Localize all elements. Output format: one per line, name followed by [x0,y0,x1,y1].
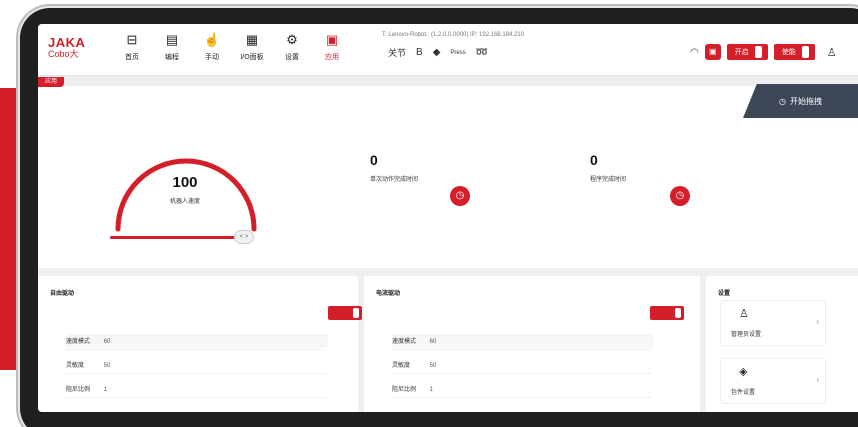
chevron-right-icon: › [816,375,819,384]
settings-card: 设置 ♙ 管理员设置 › ◈ 包件设置 › [706,276,858,412]
toggle-knob [353,308,359,318]
clock-icon: ◷ [779,96,786,106]
field-sensitivity[interactable]: 灵敏度 50 [66,360,326,374]
nav-label: 编程 [165,54,179,61]
current-drive-card: 电流驱动 速度模式 60 灵敏度 50 阻尼比例 1 [364,276,700,412]
speed-slider[interactable] [110,236,250,239]
toolbar-tool-diamond[interactable]: ◆ [433,47,441,58]
toolbar-press-label[interactable]: Press [450,50,465,56]
gauge-track [115,158,257,232]
stat-label: 程序完成时间 [590,177,627,183]
field-label: 阻尼比例 [66,387,91,393]
toolbar-tool-loop[interactable]: ➿ [476,47,488,58]
field-label: 速度模式 [392,339,417,345]
toggle-knob [675,308,681,318]
settings-item-label: 管理员设置 [731,332,762,338]
logo-main: JAKA [48,35,86,50]
timer-icon[interactable]: ◷ [670,186,690,206]
field-value: 60 [103,339,111,345]
nav-item-io[interactable]: ▦ I/O面板 [232,32,272,62]
panel-tag: 应用 [38,77,64,87]
nav-item-manual[interactable]: ☝ 手动 [192,32,232,62]
nav-item-settings[interactable]: ⚙ 设置 [272,32,312,62]
logo: JAKA Cobo大 [48,36,85,59]
enable-knob [801,46,809,58]
field-sensitivity[interactable]: 灵敏度 50 [392,360,652,374]
field-damping[interactable]: 阻尼比例 1 [66,384,326,398]
gauge-fill [115,158,257,232]
program-icon: ▤ [165,32,179,47]
emergency-icon[interactable]: ▣ [704,44,721,60]
user-icon[interactable]: ♙ [827,46,837,59]
field-speed-mode[interactable]: 速度模式 60 [66,336,326,350]
io-icon: ▦ [245,32,259,47]
speed-value: 100 [172,174,198,191]
timer-icon[interactable]: ◷ [450,186,470,206]
main-nav: ⊟ 首页 ▤ 编程 ☝ 手动 ▦ I/O面板 ⚙ 设置 ▣ 应用 [112,32,352,62]
field-value: 1 [103,387,108,393]
nav-label: 应用 [325,54,339,61]
box-icon: ◈ [739,366,748,378]
power-knob [754,46,762,58]
power-button[interactable]: 开启 [726,44,768,60]
field-label: 阻尼比例 [392,387,417,393]
free-drive-card: 自由驱动 速度模式 60 灵敏度 50 阻尼比例 1 [38,276,362,412]
mode-select[interactable]: 关节 [388,46,406,59]
field-value: 1 [429,387,434,393]
current-drive-toggle[interactable] [650,306,684,320]
decorative-red-strip [0,88,22,370]
nav-item-program[interactable]: ▤ 编程 [152,32,192,62]
nav-item-home[interactable]: ⊟ 首页 [112,32,152,62]
card-title: 设置 [718,291,731,297]
chevron-right-icon: › [816,317,819,326]
field-label: 灵敏度 [392,363,411,369]
toolbar: 关节 B ◆ Press ➿ [388,46,488,59]
hand-icon: ☝ [203,32,221,47]
nav-label: 首页 [125,54,139,61]
settings-item-label: 包件设置 [731,390,756,396]
field-speed-mode[interactable]: 速度模式 60 [392,336,652,350]
field-label: 速度模式 [66,339,91,345]
logo-sub: Cobo大 [48,49,79,59]
stat-value: 0 [370,152,378,168]
nav-label: I/O面板 [240,54,264,61]
connection-info: T: Lenovo-Robot.. (1.2.0.0.0000) IP: 192… [382,32,525,38]
stat-label: 单次动作完成时间 [370,177,419,183]
field-value: 50 [429,363,437,369]
top-bar: JAKA Cobo大 ⊟ 首页 ▤ 编程 ☝ 手动 ▦ I/O面板 ⚙ 设置 ▣… [38,24,858,76]
nav-label: 设置 [285,54,299,61]
monitor-icon: ⊟ [126,32,138,47]
field-value: 50 [103,363,111,369]
card-title: 电流驱动 [376,291,401,297]
page: JAKA Cobo大 ⊟ 首页 ▤ 编程 ☝ 手动 ▦ I/O面板 ⚙ 设置 ▣… [0,0,858,427]
enable-button[interactable]: 使能 [773,44,815,60]
app-icon: ▣ [325,32,339,47]
settings-item-admin[interactable]: ♙ 管理员设置 › [720,300,826,346]
nav-item-apps[interactable]: ▣ 应用 [312,32,352,62]
right-tools: ◠ ▣ 开启 使能 ♙ [690,44,837,60]
enable-label: 使能 [781,49,796,56]
speed-label: 机器人速度 [169,199,200,205]
speed-panel: 100 机器人速度 < > 0 单次动作完成时间 ◷ 0 程序完成时间 ◷ [38,86,858,268]
speed-slider-handle[interactable]: < > [234,230,254,244]
nav-label: 手动 [205,54,219,61]
headset-icon[interactable]: ◠ [690,47,699,58]
start-drag-button[interactable]: ◷ 开始拖拽 [743,84,858,118]
settings-item-package[interactable]: ◈ 包件设置 › [720,358,826,404]
card-title: 自由驱动 [50,291,75,297]
toolbar-tool-b[interactable]: B [416,47,423,58]
start-drag-label: 开始拖拽 [789,96,822,106]
stat-value: 0 [590,152,598,168]
speed-gauge [115,158,257,232]
gear-icon: ⚙ [286,32,298,47]
power-label: 开启 [734,49,749,56]
app-screen: JAKA Cobo大 ⊟ 首页 ▤ 编程 ☝ 手动 ▦ I/O面板 ⚙ 设置 ▣… [38,24,858,412]
field-label: 灵敏度 [66,363,85,369]
free-drive-toggle[interactable] [328,306,362,320]
user-settings-icon: ♙ [739,308,749,320]
field-damping[interactable]: 阻尼比例 1 [392,384,652,398]
field-value: 60 [429,339,437,345]
